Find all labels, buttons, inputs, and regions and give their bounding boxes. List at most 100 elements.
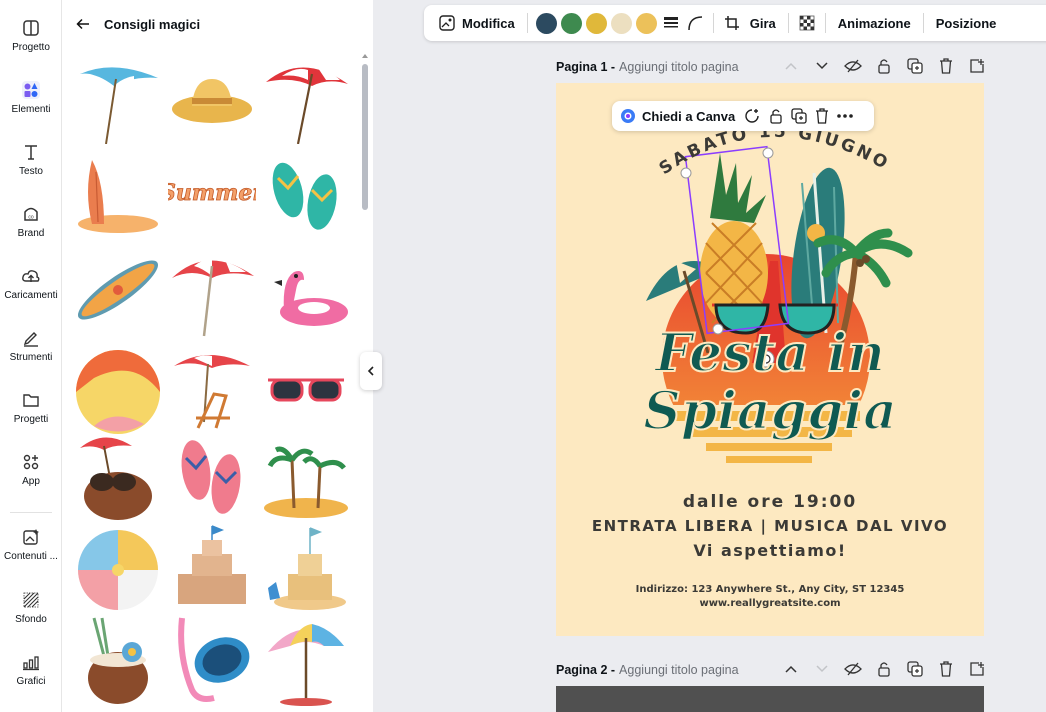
- move-up-icon[interactable]: [782, 660, 800, 678]
- line-weight-icon: [663, 17, 678, 28]
- rail-label: Contenuti ...: [4, 551, 58, 562]
- color-swatch-4[interactable]: [610, 12, 632, 34]
- move-up-icon[interactable]: [782, 57, 800, 75]
- page-1-canvas[interactable]: SABATO 15 GIUGNO Festa in Spiaggia dalle…: [556, 83, 984, 636]
- hide-page-icon[interactable]: [844, 57, 862, 75]
- add-page-icon[interactable]: [968, 660, 986, 678]
- rail-item-elementi[interactable]: Elementi: [0, 72, 62, 132]
- summer-lettering-element[interactable]: Summer: [168, 152, 256, 242]
- rail-item-app[interactable]: App: [0, 444, 62, 504]
- pineapple-leaves: [710, 153, 766, 223]
- hide-page-icon[interactable]: [844, 660, 862, 678]
- trash-icon[interactable]: [815, 108, 829, 124]
- rail-item-testo[interactable]: Testo: [0, 134, 62, 194]
- crop-button[interactable]: [720, 9, 744, 37]
- page-2-canvas[interactable]: [556, 686, 984, 712]
- rail-item-progetto[interactable]: Progetto: [0, 10, 62, 70]
- coconut-drink-umbrella-element[interactable]: [74, 432, 162, 522]
- palm-island-element[interactable]: [262, 432, 350, 522]
- coconut-flower-drink-element[interactable]: [74, 616, 162, 706]
- color-swatch-3[interactable]: [585, 12, 607, 34]
- flip-flops-pink-element[interactable]: [168, 432, 256, 522]
- line-weight-button[interactable]: [659, 9, 683, 37]
- color-swatch-2[interactable]: [560, 12, 582, 34]
- beach-umbrella-red-element[interactable]: [262, 54, 350, 144]
- collapse-panel-button[interactable]: [360, 352, 382, 390]
- rail-item-contenuti[interactable]: Contenuti ...: [0, 519, 62, 579]
- text-icon: [25, 145, 37, 160]
- address-text: Indirizzo: 123 Anywhere St., Any City, S…: [635, 584, 905, 595]
- beach-chair-umbrella-element[interactable]: [168, 348, 256, 438]
- corner-radius-icon: [687, 16, 702, 31]
- move-down-icon[interactable]: [813, 57, 831, 75]
- duplicate-page-icon[interactable]: [906, 57, 924, 75]
- rail-item-caricamenti[interactable]: Caricamenti: [0, 258, 62, 318]
- posizione-button[interactable]: Posizione: [930, 9, 1003, 37]
- move-down-icon[interactable]: [813, 660, 831, 678]
- rail-label: Sfondo: [15, 614, 47, 625]
- modifica-label: Modifica: [462, 15, 515, 31]
- elements-panel: Consigli magici Summer: [62, 0, 373, 712]
- scroll-up-icon[interactable]: [361, 52, 369, 60]
- transparency-button[interactable]: [795, 9, 819, 37]
- add-page-icon[interactable]: [968, 57, 986, 75]
- sandcastle-element[interactable]: [168, 524, 256, 614]
- flip-flops-teal-element[interactable]: [262, 152, 350, 242]
- delete-page-icon[interactable]: [937, 57, 955, 75]
- color-swatch-5[interactable]: [635, 12, 657, 34]
- lock-page-icon[interactable]: [875, 57, 893, 75]
- rail-item-grafici[interactable]: Grafici: [0, 644, 62, 704]
- ask-canva-button[interactable]: Chiedi a Canva: [620, 108, 735, 124]
- comment-add-icon[interactable]: [743, 108, 761, 124]
- rail-item-strumenti[interactable]: Strumenti: [0, 320, 62, 380]
- rail-item-sfondo[interactable]: Sfondo: [0, 582, 62, 642]
- toolbar-divider: [712, 13, 714, 33]
- edit-image-icon: [439, 15, 455, 31]
- page-2-actions: [782, 660, 986, 678]
- toolbar-divider: [526, 13, 528, 33]
- rail-label: Brand: [17, 228, 45, 239]
- delete-page-icon[interactable]: [937, 660, 955, 678]
- beach-umbrella-striped-element[interactable]: [168, 250, 256, 340]
- beach-umbrella-rainbow-element[interactable]: [262, 616, 350, 706]
- brand-icon: co: [24, 207, 38, 221]
- rail-item-brand[interactable]: co Brand: [0, 196, 62, 256]
- duplicate-page-icon[interactable]: [906, 660, 924, 678]
- back-arrow-icon[interactable]: [76, 17, 90, 31]
- entry-music-text: ENTRATA LIBERA | MUSICA DAL VIVO: [591, 517, 949, 535]
- beach-umbrella-blue-element[interactable]: [74, 54, 162, 144]
- scroll-thumb[interactable]: [362, 64, 368, 210]
- modifica-button[interactable]: Modifica: [432, 9, 521, 37]
- page-2-header: Pagina 2 - Aggiungi titolo pagina: [556, 660, 986, 680]
- svg-text:co: co: [28, 215, 34, 221]
- beach-ball-element[interactable]: [74, 348, 162, 438]
- surfboard-sand-element[interactable]: [74, 152, 162, 242]
- elements-icon: [22, 81, 40, 99]
- straw-hat-element[interactable]: [168, 54, 256, 144]
- page-1-title-input[interactable]: Aggiungi titolo pagina: [619, 60, 739, 74]
- title-line-1: Festa in: [654, 322, 886, 385]
- lock-icon[interactable]: [769, 108, 783, 124]
- gira-button[interactable]: Gira: [744, 9, 782, 37]
- toolbar-divider: [787, 13, 789, 33]
- corner-rounding-button[interactable]: [683, 9, 707, 37]
- striped-beach-ball-element[interactable]: [74, 524, 162, 614]
- charts-icon: [23, 656, 39, 671]
- toolbar-divider: [824, 13, 826, 33]
- snorkel-mask-element[interactable]: [168, 616, 256, 706]
- apps-icon: [23, 454, 39, 470]
- page-2-title-input[interactable]: Aggiungi titolo pagina: [619, 663, 739, 677]
- lock-page-icon[interactable]: [875, 660, 893, 678]
- more-options-icon[interactable]: [837, 113, 854, 119]
- sandcastle-bucket-element[interactable]: [262, 524, 350, 614]
- chevron-left-icon: [367, 366, 374, 376]
- rail-item-progetti[interactable]: Progetti: [0, 382, 62, 442]
- surfboard-pattern-element[interactable]: [74, 250, 162, 340]
- duplicate-icon[interactable]: [791, 108, 807, 124]
- flamingo-float-element[interactable]: [262, 250, 350, 340]
- color-swatch-1[interactable]: [535, 12, 557, 34]
- sunglasses-element[interactable]: [262, 348, 350, 438]
- cloud-upload-icon: [22, 270, 40, 282]
- rail-label: App: [22, 476, 40, 487]
- animazione-button[interactable]: Animazione: [832, 9, 917, 37]
